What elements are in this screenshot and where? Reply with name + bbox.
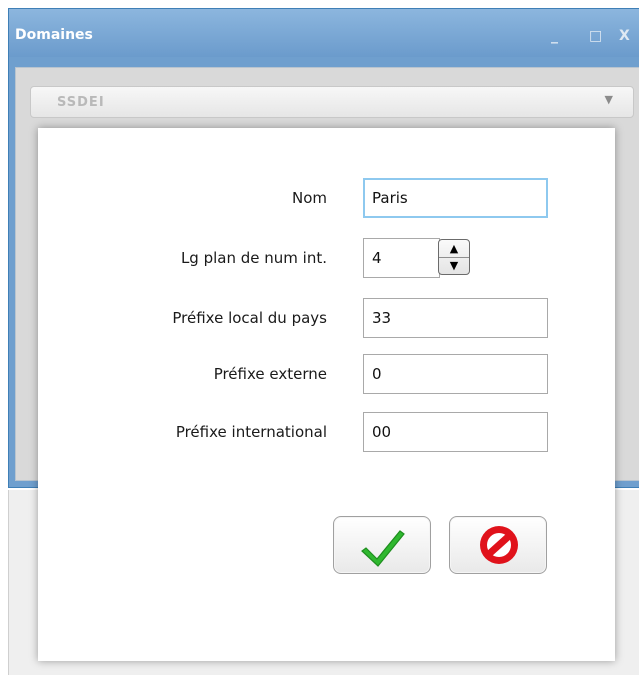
background-titlebar: Domaines _ □ X [9, 9, 639, 57]
prefixe-international-input[interactable]: 00 [363, 412, 548, 452]
chevron-down-icon[interactable]: ▼ [605, 93, 613, 106]
prefixe-local-label: Préfixe local du pays [172, 309, 327, 327]
domain-edit-dialog: Nom Paris Lg plan de num int. 4 ▲ ▼ Préf… [38, 128, 615, 661]
spin-down-icon[interactable]: ▼ [439, 257, 469, 274]
prefixe-externe-input[interactable]: 0 [363, 354, 548, 394]
lg-plan-stepper[interactable]: ▲ ▼ [438, 239, 470, 275]
form-row-nom: Nom Paris [38, 178, 615, 218]
ok-button[interactable] [333, 516, 431, 574]
form-row-lg-plan: Lg plan de num int. 4 ▲ ▼ [38, 238, 615, 278]
close-icon[interactable]: X [619, 28, 630, 44]
nom-input[interactable]: Paris [363, 178, 548, 218]
spin-up-icon[interactable]: ▲ [439, 240, 469, 258]
nom-label: Nom [291, 189, 327, 207]
window-title: Domaines [15, 27, 93, 43]
prefixe-international-label: Préfixe international [175, 423, 327, 441]
minimize-icon[interactable]: _ [551, 28, 558, 44]
cancel-button[interactable] [449, 516, 547, 574]
domain-select[interactable]: SSDEI ▼ [30, 86, 634, 118]
no-entry-icon [480, 526, 518, 564]
form-row-prefixe-local: Préfixe local du pays 33 [38, 298, 615, 338]
prefixe-local-input[interactable]: 33 [363, 298, 548, 338]
domain-select-value: SSDEI [57, 95, 105, 110]
lg-plan-input[interactable]: 4 [363, 238, 440, 278]
checkmark-icon [361, 530, 405, 567]
form-row-prefixe-international: Préfixe international 00 [38, 412, 615, 452]
lg-plan-label: Lg plan de num int. [180, 249, 327, 267]
maximize-icon[interactable]: □ [589, 28, 602, 44]
prefixe-externe-label: Préfixe externe [213, 365, 327, 383]
form-row-prefixe-externe: Préfixe externe 0 [38, 354, 615, 394]
